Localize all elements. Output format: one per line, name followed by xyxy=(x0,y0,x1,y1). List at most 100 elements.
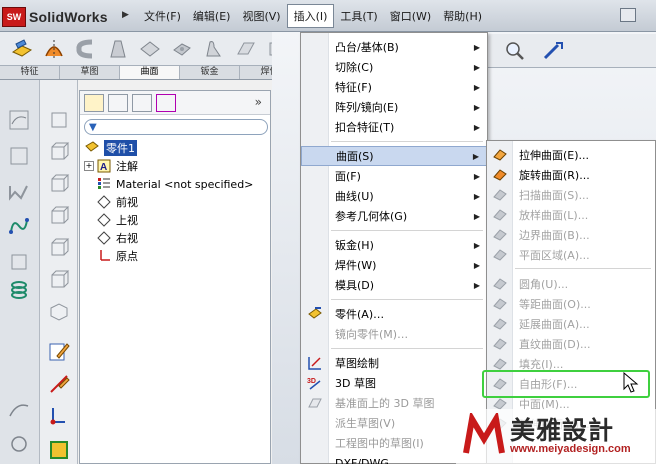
sketch-block-icon[interactable] xyxy=(47,438,71,462)
more-tabs-chevron-icon[interactable]: » xyxy=(255,95,262,109)
insert-menu-item[interactable]: 面(F) ▶ xyxy=(301,166,487,186)
tab-1[interactable]: 草图 xyxy=(60,66,120,79)
expand-toggle-icon[interactable]: + xyxy=(84,161,94,171)
feature-manager-tab[interactable] xyxy=(84,94,104,112)
tab-0[interactable]: 特征 xyxy=(0,66,60,79)
extruded-surface-icon[interactable] xyxy=(10,38,34,60)
submenu-arrow-icon: ▶ xyxy=(473,102,480,112)
tree-item[interactable]: 原点 xyxy=(84,247,270,265)
planar-surface-icon[interactable] xyxy=(234,38,258,60)
boundary-surface-icon[interactable] xyxy=(138,38,162,60)
insert-menu-item[interactable]: 阵列/镜向(E) ▶ xyxy=(301,97,487,117)
origin-icon xyxy=(96,248,112,264)
tree-item-label: Material <not specified> xyxy=(116,177,254,191)
insert-menu-item[interactable]: 草图绘制 xyxy=(301,353,487,373)
surface-submenu-item[interactable]: 延展曲面(A)... xyxy=(487,313,655,333)
insert-menu-item[interactable]: 零件(A)… xyxy=(301,304,487,324)
revolved-surface-icon[interactable] xyxy=(42,38,66,60)
insert-menu-item[interactable]: 3D 3D 草图 xyxy=(301,373,487,393)
tree-item[interactable]: Material <not specified> xyxy=(84,175,270,193)
view-cube-bottom-icon[interactable] xyxy=(47,268,71,292)
view-isometric-icon[interactable] xyxy=(47,300,71,324)
helix-icon[interactable] xyxy=(7,278,31,302)
menu-item-0[interactable]: 文件(F) xyxy=(138,5,187,27)
view-toolbar-strip xyxy=(40,80,78,464)
tree-item[interactable]: 前视 xyxy=(84,193,270,211)
insert-menu-item[interactable]: 凸台/基体(B) ▶ xyxy=(301,37,487,57)
surface-submenu-item[interactable]: 直纹曲面(D)... xyxy=(487,333,655,353)
insert-menu-item-label: 扣合特征(T) xyxy=(335,121,395,134)
menu-item-5[interactable]: 窗口(W) xyxy=(384,5,437,27)
lofted-surface-icon[interactable] xyxy=(106,38,130,60)
view-cube-top-icon[interactable] xyxy=(47,236,71,260)
tab-2[interactable]: 曲面 xyxy=(120,66,180,79)
insert-menu-item[interactable]: 钣金(H) ▶ xyxy=(301,235,487,255)
insert-menu-item[interactable]: 切除(C) ▶ xyxy=(301,57,487,77)
insert-menu-item[interactable]: 曲线(U) ▶ xyxy=(301,186,487,206)
surface-submenu-item[interactable]: 边界曲面(B)... xyxy=(487,224,655,244)
relations-icon[interactable] xyxy=(47,404,71,428)
curve-through-points-icon[interactable] xyxy=(7,398,31,422)
mouse-cursor-icon xyxy=(623,372,639,393)
tree-item-label: 前视 xyxy=(116,196,138,209)
zoom-icon[interactable] xyxy=(504,40,526,62)
surface-submenu-item[interactable]: 平面区域(A)... xyxy=(487,244,655,264)
insert-menu-item[interactable]: 镜向零件(M)… xyxy=(301,324,487,344)
insert-menu-item[interactable]: 模具(D) ▶ xyxy=(301,275,487,295)
insert-menu-item-label: 钣金(H) xyxy=(335,239,374,252)
insert-menu-item[interactable]: 参考几何体(G) ▶ xyxy=(301,206,487,226)
menu-item-1[interactable]: 编辑(E) xyxy=(187,5,237,27)
menu-expand-arrow-icon[interactable]: ▶ xyxy=(122,10,129,20)
surface-submenu-item[interactable]: 圆角(U)... xyxy=(487,273,655,293)
tree-item-label: 原点 xyxy=(116,250,138,263)
part-icon xyxy=(307,306,323,322)
configuration-manager-tab[interactable] xyxy=(132,94,152,112)
view-orientation-icon[interactable] xyxy=(542,40,564,62)
wave-curve-icon[interactable] xyxy=(7,180,31,204)
surface-sketch-icon[interactable] xyxy=(7,108,31,132)
insert-menu-item-label: DXF/DWG… xyxy=(335,456,400,464)
tree-item[interactable]: 右视 xyxy=(84,229,270,247)
insert-menu-item[interactable]: 特征(F) ▶ xyxy=(301,77,487,97)
spline-icon[interactable] xyxy=(7,214,31,238)
menu-item-4[interactable]: 工具(T) xyxy=(334,5,383,27)
composite-curve-icon[interactable] xyxy=(7,430,31,454)
surface-submenu-item[interactable]: 放样曲面(L)... xyxy=(487,204,655,224)
pin-menu-icon[interactable] xyxy=(620,8,636,22)
box-surface-icon[interactable] xyxy=(7,144,31,168)
tree-item[interactable]: + A 注解 xyxy=(84,157,270,175)
view-cube-back-icon[interactable] xyxy=(47,140,71,164)
filled-surface-icon[interactable] xyxy=(170,38,194,60)
tree-item[interactable]: 上视 xyxy=(84,211,270,229)
part-icon xyxy=(84,140,100,156)
surface-submenu-item-label: 圆角(U)... xyxy=(519,278,569,291)
planar-surface-icon xyxy=(492,246,508,262)
insert-menu-item[interactable]: 扣合特征(T) ▶ xyxy=(301,117,487,137)
smart-dimension-icon[interactable] xyxy=(47,372,71,396)
split-line-icon[interactable] xyxy=(7,250,31,274)
plane-icon xyxy=(96,230,112,246)
surface-submenu-item[interactable]: 拉伸曲面(E)... xyxy=(487,144,655,164)
menu-item-6[interactable]: 帮助(H) xyxy=(437,5,488,27)
surface-submenu-item[interactable]: 旋转曲面(R)... xyxy=(487,164,655,184)
view-cube-left-icon[interactable] xyxy=(47,172,71,196)
view-cube-front-icon[interactable] xyxy=(47,108,71,132)
surface-submenu-item[interactable]: 等距曲面(O)... xyxy=(487,293,655,313)
dimxpert-manager-tab[interactable] xyxy=(156,94,176,112)
insert-menu-item-label: 切除(C) xyxy=(335,61,374,74)
menu-item-2[interactable]: 视图(V) xyxy=(236,5,286,27)
freeform-surface-icon[interactable] xyxy=(202,38,226,60)
feature-tree-filter-input[interactable]: ▼ xyxy=(84,119,268,135)
swept-surface-icon[interactable] xyxy=(74,38,98,60)
property-manager-tab[interactable] xyxy=(108,94,128,112)
insert-menu-item[interactable]: 曲面(S) ▶ xyxy=(301,146,487,166)
tab-3[interactable]: 钣金 xyxy=(180,66,240,79)
view-cube-right-icon[interactable] xyxy=(47,204,71,228)
brand-name: SolidWorks xyxy=(29,9,108,25)
surface-submenu-item[interactable]: 扫描曲面(S)... xyxy=(487,184,655,204)
insert-menu-item[interactable]: 焊件(W) ▶ xyxy=(301,255,487,275)
sketch-pencil-icon[interactable] xyxy=(47,340,71,364)
menu-item-3[interactable]: 插入(I) xyxy=(286,4,335,28)
tree-root-part[interactable]: 零件1 xyxy=(84,139,270,157)
solidworks-logo[interactable]: SW SolidWorks xyxy=(2,6,120,28)
